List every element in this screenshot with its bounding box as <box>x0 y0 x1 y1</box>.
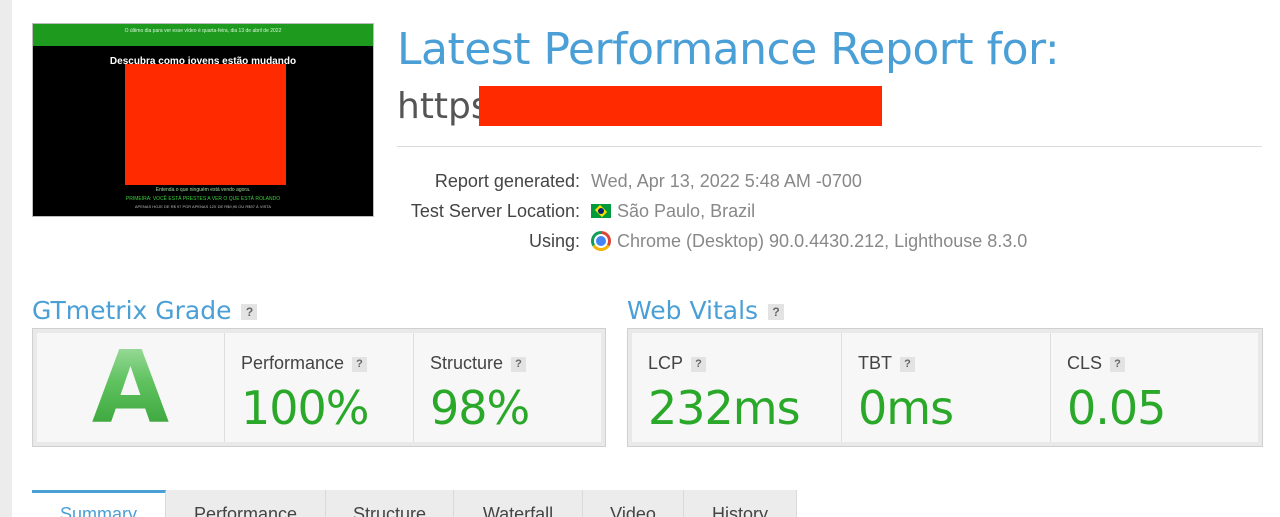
structure-cell: Structure? 98% <box>414 333 601 442</box>
report-url: https <box>397 86 490 127</box>
report-generated-value: Wed, Apr 13, 2022 5:48 AM -0700 <box>591 171 862 191</box>
performance-cell: Performance? 100% <box>225 333 414 442</box>
lcp-value: 232ms <box>648 381 801 435</box>
page: O último dia para ver esse vídeo é quart… <box>12 0 1280 517</box>
structure-help-icon[interactable]: ? <box>511 357 527 372</box>
chrome-icon <box>591 231 611 251</box>
performance-label-row: Performance? <box>241 353 368 374</box>
thumbnail-banner: O último dia para ver esse vídeo é quart… <box>33 24 373 46</box>
thumbnail-line-2: PRIMEIRA: VOCÊ ESTÁ PRESTES A VER O QUE … <box>125 196 281 202</box>
performance-value: 100% <box>241 381 370 435</box>
brazil-flag-icon <box>591 204 611 218</box>
lcp-cell: LCP? 232ms <box>632 333 842 442</box>
cls-help-icon[interactable]: ? <box>1110 357 1126 372</box>
lcp-label-row: LCP? <box>648 353 707 374</box>
tab-summary[interactable]: Summary <box>32 490 166 517</box>
structure-value: 98% <box>430 381 530 435</box>
tbt-label-row: TBT? <box>858 353 915 374</box>
structure-label-row: Structure? <box>430 353 527 374</box>
tbt-help-icon[interactable]: ? <box>900 357 915 372</box>
vitals-help-icon[interactable]: ? <box>768 304 785 320</box>
test-location-label: Test Server Location: <box>410 201 580 221</box>
gtmetrix-grade-title: GTmetrix Grade <box>32 296 232 325</box>
gtmetrix-grade-heading: GTmetrix Grade? <box>32 296 258 325</box>
grade-help-icon[interactable]: ? <box>241 304 258 320</box>
thumbnail-line-3: APENAS HOJE DE R$ 97 POR APENAS 12X DE R… <box>134 204 272 209</box>
cls-cell: CLS? 0.05 <box>1051 333 1258 442</box>
using-value: Chrome (Desktop) 90.0.4430.212, Lighthou… <box>591 231 1027 252</box>
using-text: Chrome (Desktop) 90.0.4430.212, Lighthou… <box>617 231 1028 251</box>
lcp-help-icon[interactable]: ? <box>691 357 707 372</box>
gtmetrix-grade-panel: A Performance? 100% Structure? 98% <box>32 328 606 447</box>
tbt-cell: TBT? 0ms <box>842 333 1051 442</box>
thumbnail-redaction <box>125 64 286 185</box>
structure-label: Structure <box>430 353 504 373</box>
tab-video[interactable]: Video <box>583 490 684 517</box>
performance-label: Performance <box>241 353 345 373</box>
performance-help-icon[interactable]: ? <box>352 357 368 372</box>
cls-label-row: CLS? <box>1067 353 1126 374</box>
tab-waterfall[interactable]: Waterfall <box>454 490 583 517</box>
header-divider <box>397 146 1262 147</box>
tbt-value: 0ms <box>858 381 954 435</box>
report-generated-label: Report generated: <box>434 171 580 191</box>
tab-structure[interactable]: Structure <box>326 490 454 517</box>
page-title: Latest Performance Report for: <box>397 24 1060 75</box>
url-redaction <box>479 86 882 126</box>
tbt-label: TBT <box>858 353 892 373</box>
tab-history[interactable]: History <box>684 490 797 517</box>
using-label: Using: <box>528 231 580 251</box>
lcp-label: LCP <box>648 353 684 373</box>
thumbnail-line-1: Entenda o que ninguém está vendo agora. <box>155 187 251 193</box>
web-vitals-panel: LCP? 232ms TBT? 0ms CLS? 0.05 <box>627 328 1263 447</box>
grade-cell: A <box>37 329 225 446</box>
web-vitals-heading: Web Vitals? <box>627 296 785 325</box>
test-location-value: São Paulo, Brazil <box>591 201 755 222</box>
cls-label: CLS <box>1067 353 1103 373</box>
web-vitals-title: Web Vitals <box>627 296 759 325</box>
grade-letter: A <box>91 329 170 446</box>
page-screenshot-thumbnail[interactable]: O último dia para ver esse vídeo é quart… <box>32 23 374 217</box>
test-location-text: São Paulo, Brazil <box>617 201 756 221</box>
cls-value: 0.05 <box>1067 381 1166 435</box>
report-tabs: Summary Performance Structure Waterfall … <box>32 490 797 517</box>
tab-performance[interactable]: Performance <box>166 490 326 517</box>
